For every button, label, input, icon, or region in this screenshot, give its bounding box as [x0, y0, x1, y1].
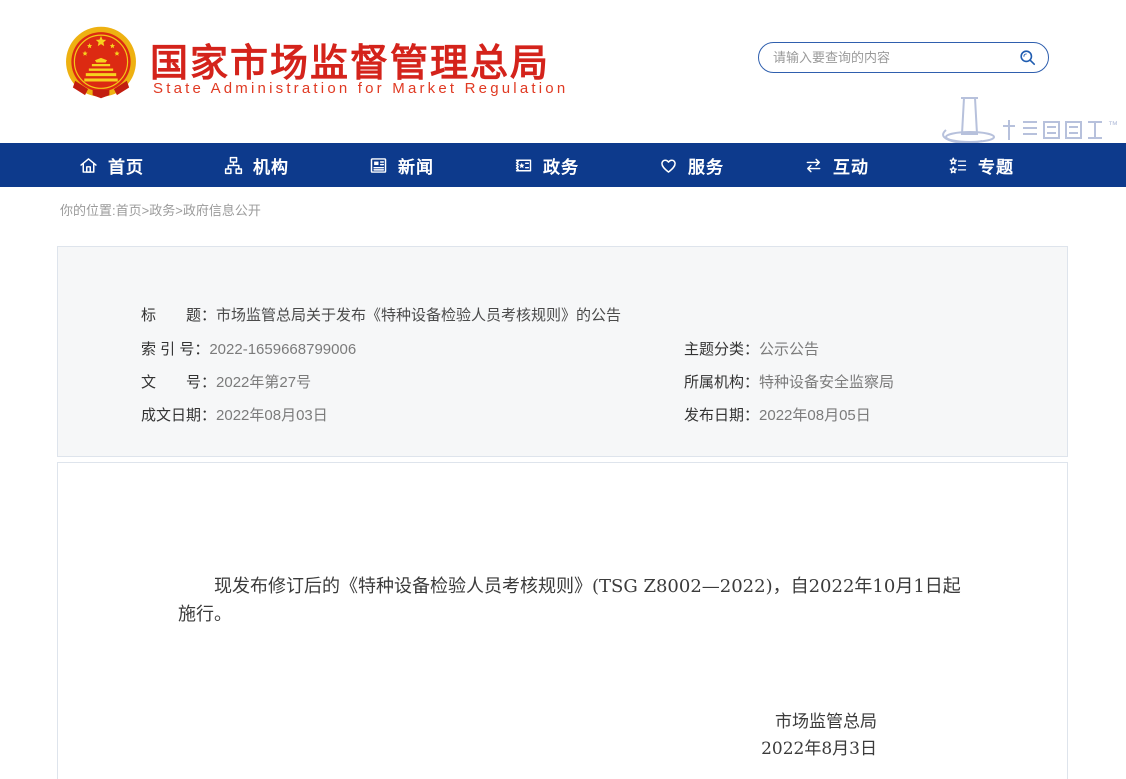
- doc-written-date-label: 成文日期：: [141, 407, 216, 424]
- organization-icon: [223, 155, 244, 176]
- doc-agency-row: 所属机构：特种设备安全监察局: [684, 371, 894, 404]
- doc-title-label: 标 题：: [141, 307, 216, 324]
- doc-publish-date-value: 2022年08月05日: [759, 407, 871, 424]
- breadcrumb: 你的位置:首页>政务>政府信息公开: [60, 200, 261, 219]
- doc-index-number-value: 2022-1659668799006: [209, 341, 356, 358]
- nav-label: 互动: [833, 153, 869, 178]
- main-navigation: 首页 机构 新闻 政务: [0, 143, 1126, 187]
- breadcrumb-separator: >: [175, 203, 183, 218]
- metadata-right-column: 主题分类：公示公告 所属机构：特种设备安全监察局 发布日期：2022年08月05…: [684, 338, 894, 437]
- monument-watermark-graphic: ™: [928, 96, 1126, 143]
- nav-item-home[interactable]: 首页: [78, 153, 144, 178]
- interaction-arrows-icon: [803, 155, 824, 176]
- doc-written-date-value: 2022年08月03日: [216, 407, 328, 424]
- doc-number-row: 文 号：2022年第27号: [141, 371, 356, 404]
- doc-publish-date-row: 发布日期：2022年08月05日: [684, 404, 894, 437]
- page: 国家市场监督管理总局 State Administration for Mark…: [0, 0, 1126, 779]
- signature-organization: 市场监管总局: [58, 709, 877, 736]
- nav-label: 机构: [253, 153, 289, 178]
- service-heart-icon: [658, 155, 679, 176]
- nav-item-service[interactable]: 服务: [658, 153, 724, 178]
- nav-label: 专题: [978, 153, 1014, 178]
- doc-publish-date-label: 发布日期：: [684, 407, 759, 424]
- doc-index-number-row: 索 引 号：2022-1659668799006: [141, 338, 356, 371]
- nav-item-special-topics[interactable]: 专题: [948, 153, 1014, 178]
- document-content-panel: 现发布修订后的《特种设备检验人员考核规则》(TSG Z8002—2022)，自2…: [57, 462, 1068, 779]
- doc-title-value: 市场监管总局关于发布《特种设备检验人员考核规则》的公告: [216, 307, 621, 324]
- china-national-emblem-icon: [63, 26, 139, 102]
- document-metadata-panel: 标 题：市场监管总局关于发布《特种设备检验人员考核规则》的公告 索 引 号：20…: [57, 246, 1068, 457]
- home-icon: [78, 155, 99, 176]
- breadcrumb-link-home[interactable]: 首页: [116, 203, 142, 218]
- doc-agency-value: 特种设备安全监察局: [759, 374, 894, 391]
- doc-topic-category-row: 主题分类：公示公告: [684, 338, 894, 371]
- nav-label: 首页: [108, 153, 144, 178]
- nav-item-government-affairs[interactable]: 政务: [513, 153, 579, 178]
- nav-label: 政务: [543, 153, 579, 178]
- doc-written-date-row: 成文日期：2022年08月03日: [141, 404, 356, 437]
- doc-agency-label: 所属机构：: [684, 374, 759, 391]
- site-subtitle: State Administration for Market Regulati…: [153, 80, 568, 97]
- doc-title-row: 标 题：市场监管总局关于发布《特种设备检验人员考核规则》的公告: [141, 304, 621, 325]
- doc-number-value: 2022年第27号: [216, 374, 311, 391]
- nav-label: 新闻: [398, 153, 434, 178]
- search-box: [758, 42, 1049, 73]
- search-button[interactable]: [1006, 43, 1048, 72]
- doc-index-number-label: 索 引 号：: [141, 341, 209, 358]
- signature-date: 2022年8月3日: [58, 736, 877, 763]
- breadcrumb-prefix: 你的位置:: [60, 203, 116, 218]
- search-input[interactable]: [773, 50, 1006, 65]
- metadata-left-column: 索 引 号：2022-1659668799006 文 号：2022年第27号 成…: [141, 338, 356, 437]
- svg-text:™: ™: [1108, 120, 1118, 131]
- nav-item-news[interactable]: 新闻: [368, 153, 434, 178]
- government-affairs-icon: [513, 155, 534, 176]
- breadcrumb-link-government[interactable]: 政务: [149, 203, 175, 218]
- magnifier-icon: [1018, 48, 1037, 67]
- site-header: 国家市场监督管理总局 State Administration for Mark…: [0, 0, 1126, 143]
- nav-label: 服务: [688, 153, 724, 178]
- doc-topic-category-value: 公示公告: [759, 341, 819, 358]
- doc-number-label: 文 号：: [141, 374, 216, 391]
- site-logo-link[interactable]: 国家市场监督管理总局 State Administration for Mark…: [63, 26, 543, 104]
- doc-topic-category-label: 主题分类：: [684, 341, 759, 358]
- news-icon: [368, 155, 389, 176]
- nav-item-organization[interactable]: 机构: [223, 153, 289, 178]
- special-topics-icon: [948, 155, 969, 176]
- document-signature-block: 市场监管总局 2022年8月3日: [58, 709, 1067, 763]
- breadcrumb-link-info-disclosure[interactable]: 政府信息公开: [183, 203, 261, 218]
- site-title: 国家市场监督管理总局: [150, 32, 550, 87]
- document-body-paragraph: 现发布修订后的《特种设备检验人员考核规则》(TSG Z8002—2022)，自2…: [178, 573, 976, 629]
- nav-item-interaction[interactable]: 互动: [803, 153, 869, 178]
